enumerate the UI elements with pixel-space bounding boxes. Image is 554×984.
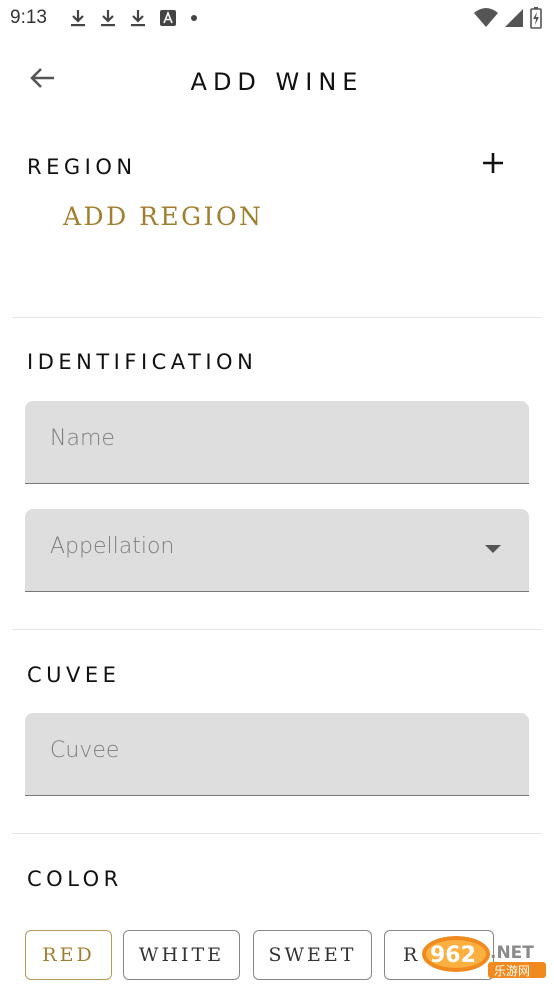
dropdown-arrow-icon	[485, 545, 501, 553]
cuvee-heading: CUVEE	[27, 663, 121, 687]
font-a-icon	[160, 10, 176, 26]
cuvee-placeholder: Cuvee	[50, 738, 120, 763]
download-icon	[130, 8, 146, 28]
color-chip-red[interactable]: RED	[25, 930, 112, 980]
divider	[12, 833, 542, 834]
color-chip-white[interactable]: WHITE	[123, 930, 240, 980]
wifi-icon	[474, 8, 498, 33]
download-icon	[100, 8, 116, 28]
identification-heading: IDENTIFICATION	[27, 350, 258, 374]
divider	[12, 317, 542, 318]
status-time: 9:13	[10, 7, 47, 28]
download-icon	[70, 8, 86, 28]
watermark-logo: 962 .NET 乐游网	[416, 932, 548, 980]
status-notification-icons	[70, 8, 198, 28]
svg-text:962: 962	[430, 943, 476, 968]
signal-icon	[504, 8, 524, 33]
appellation-dropdown[interactable]: Appellation	[25, 509, 529, 592]
dot-icon	[190, 14, 198, 22]
add-region-link[interactable]: ADD REGION	[63, 202, 263, 231]
color-heading: COLOR	[27, 867, 123, 891]
cuvee-field[interactable]: Cuvee	[25, 713, 529, 796]
plus-icon	[481, 151, 505, 180]
divider	[12, 629, 542, 630]
page-title: ADD WINE	[190, 68, 364, 96]
add-region-plus-button[interactable]	[476, 148, 510, 182]
svg-text:乐游网: 乐游网	[494, 964, 530, 978]
battery-icon	[530, 7, 542, 34]
region-heading: REGION	[27, 155, 137, 179]
name-field[interactable]: Name	[25, 401, 529, 484]
status-system-icons	[474, 7, 542, 34]
status-bar: 9:13	[0, 0, 554, 36]
color-chip-sweet[interactable]: SWEET	[253, 930, 372, 980]
appellation-placeholder: Appellation	[50, 534, 175, 559]
name-placeholder: Name	[50, 426, 115, 451]
svg-text:.NET: .NET	[490, 943, 534, 963]
